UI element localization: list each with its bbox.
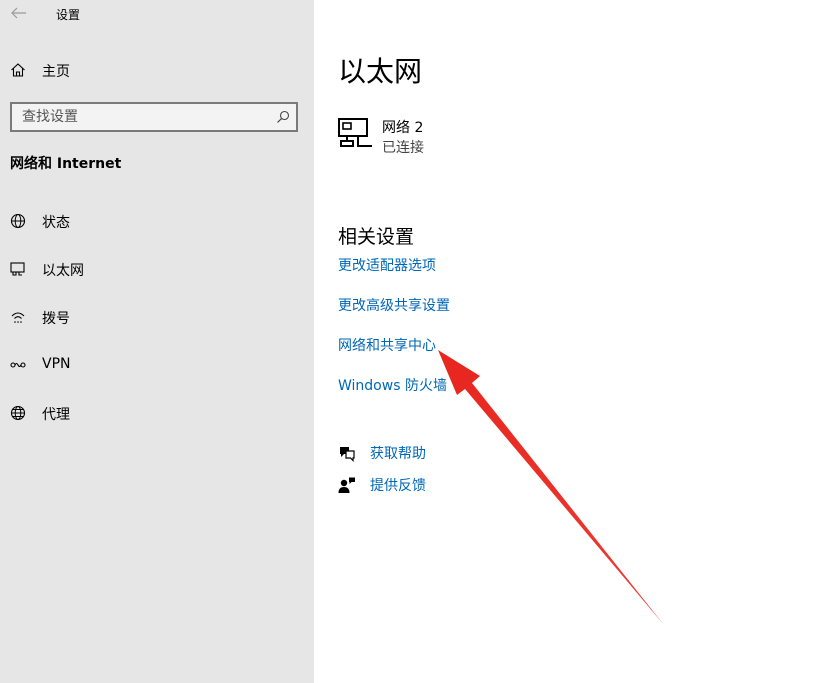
windows-firewall-link[interactable]: Windows 防火墙 [338, 375, 447, 395]
feedback-link[interactable]: 提供反馈 [370, 475, 426, 495]
main-content: 以太网 网络 2 已连接 相关设置 更改适配器选项 更改高级共享设置 网络和共享… [314, 0, 834, 683]
get-help-icon [340, 447, 355, 462]
sidebar-item-vpn[interactable]: VPN [0, 349, 314, 381]
sidebar-item-ethernet[interactable]: 以太网 [0, 253, 314, 285]
feedback-icon [338, 477, 355, 493]
page-title: 以太网 [338, 55, 423, 88]
network-status: 已连接 [382, 140, 424, 156]
sidebar-item-label: 拨号 [42, 311, 70, 327]
get-help-row[interactable]: 获取帮助 [338, 442, 538, 464]
home-icon [11, 63, 25, 77]
vpn-icon [10, 362, 26, 368]
related-settings-heading: 相关设置 [338, 226, 415, 248]
back-button[interactable] [9, 4, 29, 22]
back-arrow-icon [11, 7, 26, 19]
network-name: 网络 2 [382, 120, 424, 136]
sidebar-item-label: VPN [42, 356, 71, 372]
sidebar-item-home[interactable]: 主页 [0, 56, 314, 84]
sidebar-section-heading: 网络和 Internet [10, 156, 122, 172]
network-monitor-icon [338, 118, 372, 147]
window-title: 设置 [56, 8, 81, 22]
sidebar-item-label: 状态 [42, 215, 70, 231]
change-adapter-options-link[interactable]: 更改适配器选项 [338, 255, 436, 275]
sidebar-item-label: 代理 [42, 407, 70, 423]
search-input[interactable] [12, 104, 262, 130]
sidebar-item-label: 以太网 [42, 263, 84, 279]
proxy-globe-icon [10, 405, 26, 421]
search-box [10, 102, 298, 132]
dialup-icon [11, 312, 25, 323]
ethernet-icon [10, 262, 25, 276]
get-help-link[interactable]: 获取帮助 [370, 443, 426, 463]
status-globe-icon [10, 213, 26, 229]
home-label: 主页 [42, 64, 70, 80]
sidebar-item-dialup[interactable]: 拨号 [0, 301, 314, 333]
sidebar: 设置 主页 网络和 Internet 状态 [0, 0, 314, 683]
settings-window: 设置 主页 网络和 Internet 状态 [0, 0, 834, 683]
feedback-row[interactable]: 提供反馈 [338, 474, 538, 496]
search-icon[interactable] [276, 110, 290, 124]
change-advanced-sharing-link[interactable]: 更改高级共享设置 [338, 295, 450, 315]
sidebar-item-proxy[interactable]: 代理 [0, 397, 314, 429]
network-card[interactable]: 网络 2 已连接 [338, 114, 538, 158]
network-sharing-center-link[interactable]: 网络和共享中心 [338, 335, 436, 355]
sidebar-item-status[interactable]: 状态 [0, 205, 314, 237]
